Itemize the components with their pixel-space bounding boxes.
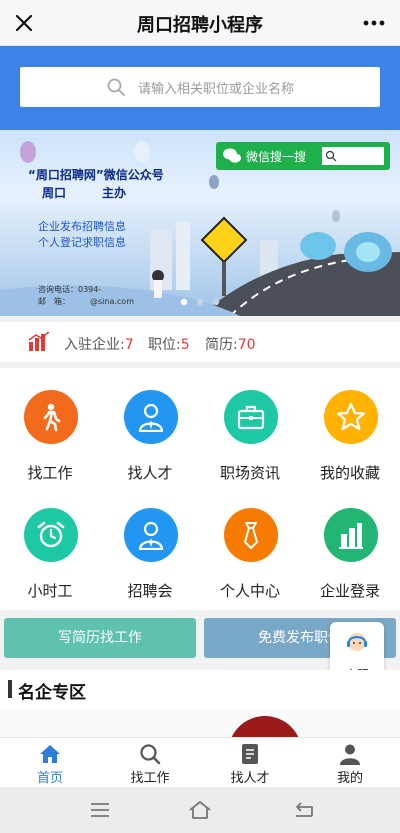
wechat-tag-text: 微信搜一搜 (246, 150, 307, 164)
grid-item-label: 找工作 (27, 464, 73, 482)
person-tie-icon (138, 403, 164, 432)
customer-service-icon (347, 633, 367, 651)
back-icon[interactable] (292, 799, 316, 821)
write-resume-button[interactable]: 写简历找工作 (4, 618, 196, 658)
system-nav-bar (0, 787, 400, 833)
tab-home[interactable]: 首页 (0, 738, 100, 788)
company-logo (228, 716, 302, 738)
search-icon (107, 78, 125, 96)
app-title: 周口招聘小程序 (137, 15, 263, 36)
feature-grid: 找工作 找人才 职场资讯 我的收藏 小时工 招聘会 个人中心 企业登录 (0, 368, 400, 610)
search-placeholder: 请输入相关职位或企业名称 (138, 82, 295, 97)
grid-item-label: 职场资讯 (219, 464, 280, 482)
grid-item-company-login[interactable]: 企业登录 (300, 486, 400, 604)
home-icon (40, 745, 60, 763)
featured-company-card[interactable] (0, 708, 400, 738)
tab-label: 首页 (36, 771, 63, 786)
stat-resumes: 简历:70 (205, 337, 256, 353)
home-button-icon[interactable] (188, 799, 212, 821)
banner-line-personal: 个人登记求职信息 (38, 236, 126, 249)
stat-jobs-value: 5 (180, 337, 190, 353)
search-input[interactable]: 请输入相关职位或企业名称 (20, 67, 380, 107)
grid-item-job-fair[interactable]: 招聘会 (100, 486, 200, 604)
promo-banner[interactable]: 微信搜一搜 “周口招聘网”微信公众号 周口 主办 企业发布招聘信息 个人登记求职… (0, 130, 400, 316)
star-icon (336, 402, 366, 431)
grid-item-label: 招聘会 (127, 582, 173, 600)
search-icon (140, 744, 161, 765)
carousel-indicator[interactable] (180, 298, 224, 306)
grid-item-label: 企业登录 (319, 582, 380, 600)
grid-item-label: 小时工 (27, 582, 73, 600)
grid-item-personal-center[interactable]: 个人中心 (200, 486, 300, 604)
banner-line-email: 邮 箱： @sina.com (38, 297, 134, 306)
stat-resumes-value: 70 (237, 337, 256, 353)
bottom-tab-bar: 首页 找工作 找人才 我的 (0, 737, 400, 787)
document-icon (242, 744, 258, 764)
briefcase-icon (237, 405, 265, 430)
stat-companies-value: 7 (124, 337, 134, 353)
banner-line-company: 企业发布招聘信息 (38, 220, 126, 233)
wechat-search-tag: 微信搜一搜 (216, 142, 390, 170)
section-header: 名企专区 (0, 670, 400, 708)
walking-person-icon (43, 403, 61, 432)
more-menu-icon[interactable] (360, 9, 388, 37)
tab-find-talent[interactable]: 找人才 (200, 738, 300, 788)
grid-item-find-job[interactable]: 找工作 (0, 368, 100, 486)
section-title: 名企专区 (18, 683, 86, 703)
grid-item-label: 我的收藏 (319, 464, 380, 482)
stat-companies: 入驻企业:7 (64, 337, 134, 353)
menu-icon[interactable] (88, 799, 112, 821)
user-icon (340, 744, 360, 765)
banner-line-official-account: “周口招聘网”微信公众号 (28, 168, 164, 182)
grid-item-find-talent[interactable]: 找人才 (100, 368, 200, 486)
grid-item-favorites[interactable]: 我的收藏 (300, 368, 400, 486)
grid-item-hourly-work[interactable]: 小时工 (0, 486, 100, 604)
grid-item-career-news[interactable]: 职场资讯 (200, 368, 300, 486)
bar-chart-icon (28, 332, 50, 351)
grid-item-label: 个人中心 (219, 582, 280, 600)
stats-bar: 入驻企业:7 职位:5 简历:70 (0, 322, 400, 362)
person-tie-icon (138, 521, 164, 550)
necktie-icon (244, 522, 258, 549)
search-area: 请输入相关职位或企业名称 (0, 46, 400, 130)
alarm-clock-icon (37, 521, 65, 548)
section-accent-bar (8, 680, 12, 698)
tab-mine[interactable]: 我的 (300, 738, 400, 788)
stat-jobs: 职位:5 (148, 337, 190, 353)
banner-line-phone: 咨询电话：0394- (38, 285, 102, 294)
wechat-search-box (322, 147, 384, 165)
tab-label: 找人才 (230, 771, 270, 786)
grid-item-label: 找人才 (127, 464, 173, 482)
title-bar: 周口招聘小程序 (0, 0, 400, 46)
tab-label: 找工作 (130, 771, 170, 786)
tab-find-job[interactable]: 找工作 (100, 738, 200, 788)
banner-line-host: 周口 主办 (42, 186, 127, 200)
tab-label: 我的 (336, 771, 363, 786)
search-icon (325, 150, 337, 162)
wechat-icon (223, 148, 241, 163)
building-icon (339, 523, 363, 549)
